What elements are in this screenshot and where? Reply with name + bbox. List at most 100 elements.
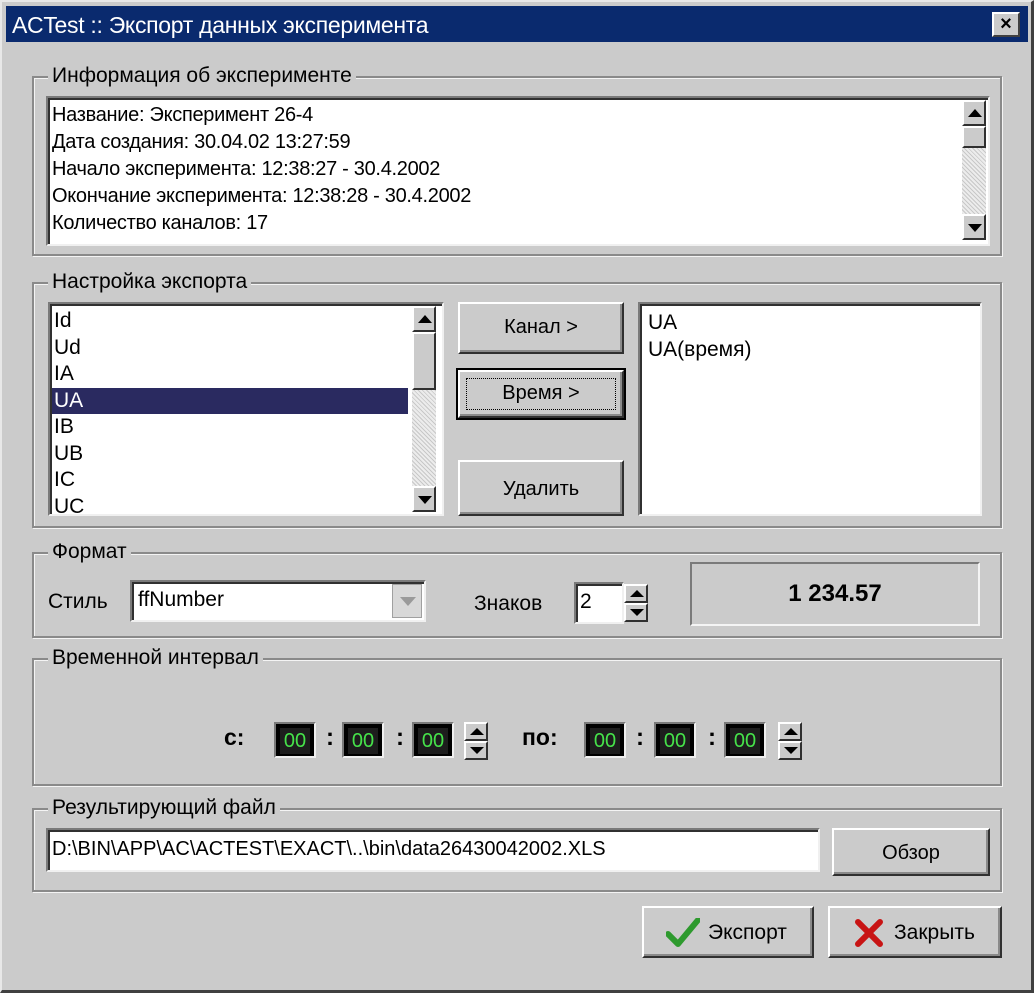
from-minutes[interactable]: 00 (342, 722, 384, 758)
scroll-thumb[interactable] (962, 126, 986, 148)
window-title: ACTest :: Экспорт данных эксперимента (12, 12, 429, 38)
to-stepper[interactable] (778, 722, 802, 760)
time-interval-legend: Временной интервал (48, 645, 263, 671)
to-hours[interactable]: 00 (584, 722, 626, 758)
add-time-button-face: Время > (458, 370, 624, 418)
from-stepper[interactable] (464, 722, 488, 760)
scroll-down-button[interactable] (962, 214, 986, 240)
result-file-legend: Результирующий файл (48, 795, 280, 821)
format-legend: Формат (48, 539, 131, 565)
scroll-thumb[interactable] (412, 332, 436, 390)
arrow-up-icon (418, 315, 432, 323)
list-item[interactable]: UA(время) (646, 337, 751, 364)
experiment-info-group: Информация об эксперименте Название: Экс… (32, 63, 1002, 256)
to-down-button[interactable] (778, 741, 802, 760)
export-dialog: ACTest :: Экспорт данных эксперимента × … (0, 0, 1034, 993)
to-up-button[interactable] (778, 722, 802, 741)
list-item[interactable]: UC (52, 494, 408, 515)
arrow-down-icon (968, 224, 982, 232)
channel-list-scrollbar[interactable] (412, 306, 436, 512)
from-hours-value: 00 (280, 728, 310, 754)
to-seconds-value: 00 (730, 728, 760, 754)
info-line: Начало эксперимента: 12:38:27 - 30.4.200… (52, 158, 441, 180)
result-file-group: Результирующий файл D:\BIN\APP\AC\ACTEST… (32, 795, 1002, 892)
channel-list[interactable]: Id Ud IA UA IB UB IC UC (48, 302, 444, 516)
from-hours[interactable]: 00 (274, 722, 316, 758)
browse-label: Обзор (882, 842, 940, 864)
close-icon (855, 919, 883, 947)
arrow-down-icon (418, 496, 432, 504)
preview-value: 1 234.57 (788, 580, 882, 607)
from-label: с: (224, 724, 245, 750)
arrow-up-icon (968, 109, 982, 117)
add-time-button[interactable]: Время > (456, 368, 626, 420)
file-path-value: D:\BIN\APP\AC\ACTEST\EXACT\..\bin\data26… (52, 838, 606, 860)
info-line: Дата создания: 30.04.02 13:27:59 (52, 131, 351, 153)
dropdown-button[interactable] (392, 584, 422, 618)
export-list[interactable]: UA UA(время) (638, 302, 982, 516)
scroll-up-button[interactable] (412, 306, 436, 332)
export-settings-legend: Настройка экспорта (48, 269, 252, 295)
list-item[interactable]: UA (646, 310, 751, 337)
scroll-up-button[interactable] (962, 100, 986, 126)
style-value: ffNumber (138, 588, 224, 611)
to-minutes[interactable]: 00 (654, 722, 696, 758)
delete-label: Удалить (502, 478, 580, 500)
from-minutes-value: 00 (348, 728, 378, 754)
export-button[interactable]: Экспорт (642, 906, 814, 958)
list-item[interactable]: IA (52, 361, 408, 388)
list-item[interactable]: UB (52, 441, 408, 468)
arrow-up-icon (784, 728, 798, 735)
info-scrollbar[interactable] (962, 100, 986, 240)
scroll-down-button[interactable] (412, 486, 436, 512)
digits-value: 2 (580, 590, 592, 613)
close-label: Закрыть (894, 921, 975, 944)
format-group: Формат Стиль ffNumber Знаков 2 1 234.57 (32, 539, 1002, 638)
digits-input[interactable]: 2 (574, 582, 624, 624)
from-seconds-value: 00 (418, 728, 448, 754)
add-channel-button[interactable]: Канал > (458, 302, 624, 354)
export-label: Экспорт (708, 921, 787, 944)
list-item[interactable]: Id (52, 308, 408, 335)
time-interval-group: Временной интервал с: 00 : 00 : 00 по: 0… (32, 645, 1002, 786)
to-minutes-value: 00 (660, 728, 690, 754)
file-path-input[interactable]: D:\BIN\APP\AC\ACTEST\EXACT\..\bin\data26… (46, 828, 820, 872)
to-label: по: (522, 724, 558, 750)
from-down-button[interactable] (464, 741, 488, 760)
colon: : (396, 724, 404, 751)
delete-button[interactable]: Удалить (458, 460, 624, 516)
arrow-down-icon (630, 609, 644, 616)
digits-label: Знаков (474, 592, 543, 615)
list-item[interactable]: Ud (52, 335, 408, 362)
from-seconds[interactable]: 00 (412, 722, 454, 758)
format-preview: 1 234.57 (690, 562, 980, 626)
to-seconds[interactable]: 00 (724, 722, 766, 758)
colon: : (708, 724, 716, 751)
window-close-button[interactable]: × (992, 12, 1020, 37)
style-label: Стиль (48, 590, 108, 613)
add-time-label: Время > (502, 382, 580, 404)
arrow-up-icon (630, 590, 644, 597)
chevron-down-icon (400, 597, 416, 606)
experiment-info-memo[interactable]: Название: Эксперимент 26-4 Дата создания… (46, 96, 990, 246)
colon: : (326, 724, 334, 751)
list-item[interactable]: IB (52, 414, 408, 441)
list-item-selected[interactable]: UA (52, 387, 408, 414)
experiment-info-legend: Информация об эксперименте (48, 63, 356, 89)
digits-stepper[interactable] (624, 584, 648, 622)
from-up-button[interactable] (464, 722, 488, 741)
style-select[interactable]: ffNumber (130, 580, 426, 622)
digits-up-button[interactable] (624, 584, 648, 603)
title-bar[interactable]: ACTest :: Экспорт данных эксперимента × (6, 6, 1028, 42)
browse-button[interactable]: Обзор (832, 828, 990, 876)
digits-down-button[interactable] (624, 603, 648, 622)
list-item[interactable]: IC (52, 467, 408, 494)
arrow-down-icon (784, 747, 798, 754)
arrow-up-icon (470, 728, 484, 735)
check-icon (666, 918, 700, 947)
close-icon: × (1000, 13, 1012, 35)
export-settings-group: Настройка экспорта Id Ud IA UA IB UB IC … (32, 269, 1002, 528)
info-line: Количество каналов: 17 (52, 212, 268, 234)
close-button[interactable]: Закрыть (828, 906, 1002, 958)
info-line: Название: Эксперимент 26-4 (52, 104, 313, 126)
